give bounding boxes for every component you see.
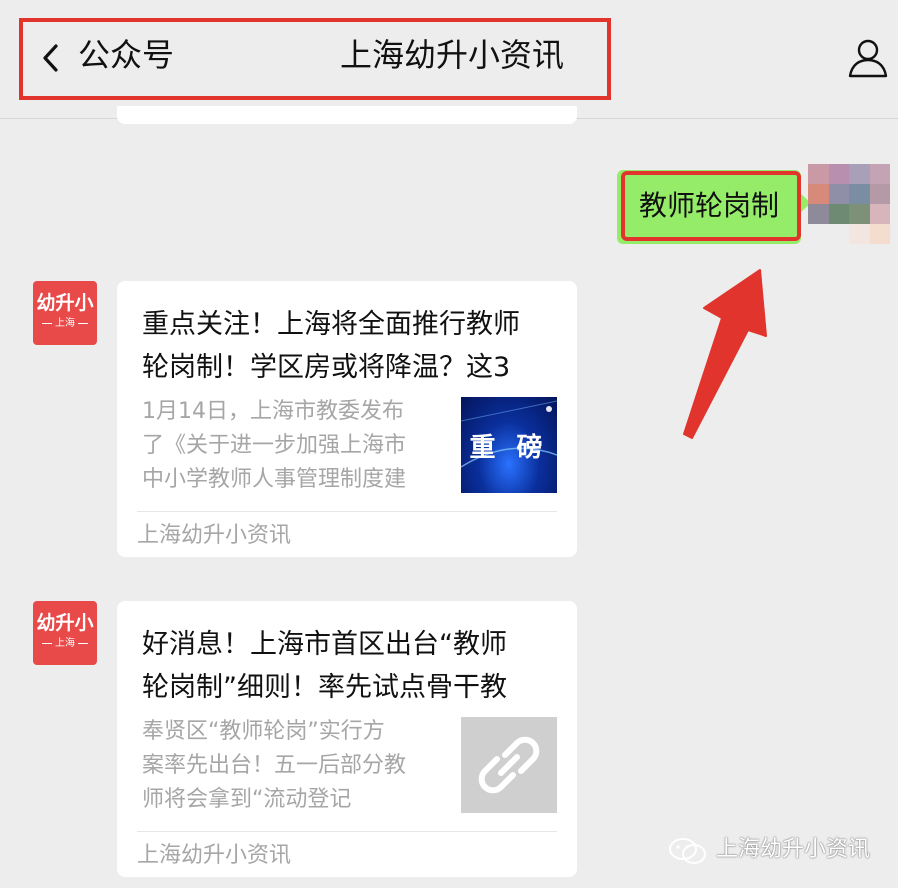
back-button[interactable]: 公众号: [78, 34, 174, 76]
article-card[interactable]: 重点关注！上海将全面推行教师 轮岗制！学区房或将降温？这3 1月14日，上海市教…: [117, 281, 577, 557]
divider: [137, 511, 557, 512]
account-avatar[interactable]: 幼升小 上海: [33, 601, 97, 665]
article-thumbnail: [461, 717, 557, 813]
article-thumbnail: 重 磅: [461, 397, 557, 493]
nav-bar: 公众号 上海幼升小资讯: [0, 0, 898, 119]
divider: [137, 831, 557, 832]
page-title: 上海幼升小资讯: [340, 36, 565, 74]
previous-article-card[interactable]: [117, 106, 577, 124]
annotation-arrow: [683, 269, 767, 439]
user-avatar[interactable]: [808, 164, 890, 244]
back-chevron-icon[interactable]: [40, 42, 62, 74]
article-card[interactable]: 好消息！上海市首区出台“教师 轮岗制”细则！率先试点骨干教 奉贤区“教师轮岗”实…: [117, 601, 577, 877]
account-avatar[interactable]: 幼升小 上海: [33, 281, 97, 345]
outgoing-message-bubble[interactable]: 教师轮岗制: [617, 170, 811, 244]
watermark-text: 上海幼升小资讯: [716, 837, 871, 862]
wechat-icon: [669, 838, 706, 864]
article-source: 上海幼升小资讯: [137, 523, 292, 548]
article-summary: 1月14日，上海市教委发布 了《关于进一步加强上海市 中小学教师人事管理制度建: [142, 399, 407, 492]
thumbnail-label: 重 磅: [469, 433, 549, 463]
link-icon: [478, 736, 540, 794]
article-title: 好消息！上海市首区出台“教师 轮岗制”细则！率先试点骨干教: [142, 629, 507, 703]
article-source: 上海幼升小资讯: [137, 843, 292, 868]
watermark: 上海幼升小资讯: [668, 834, 878, 868]
person-icon[interactable]: [846, 36, 890, 80]
message-text: 教师轮岗制: [639, 189, 780, 222]
article-title: 重点关注！上海将全面推行教师 轮岗制！学区房或将降温？这3: [142, 309, 520, 383]
article-summary: 奉贤区“教师轮岗”实行方 案率先出台！五一后部分教 师将会拿到“流动登记: [142, 719, 407, 812]
